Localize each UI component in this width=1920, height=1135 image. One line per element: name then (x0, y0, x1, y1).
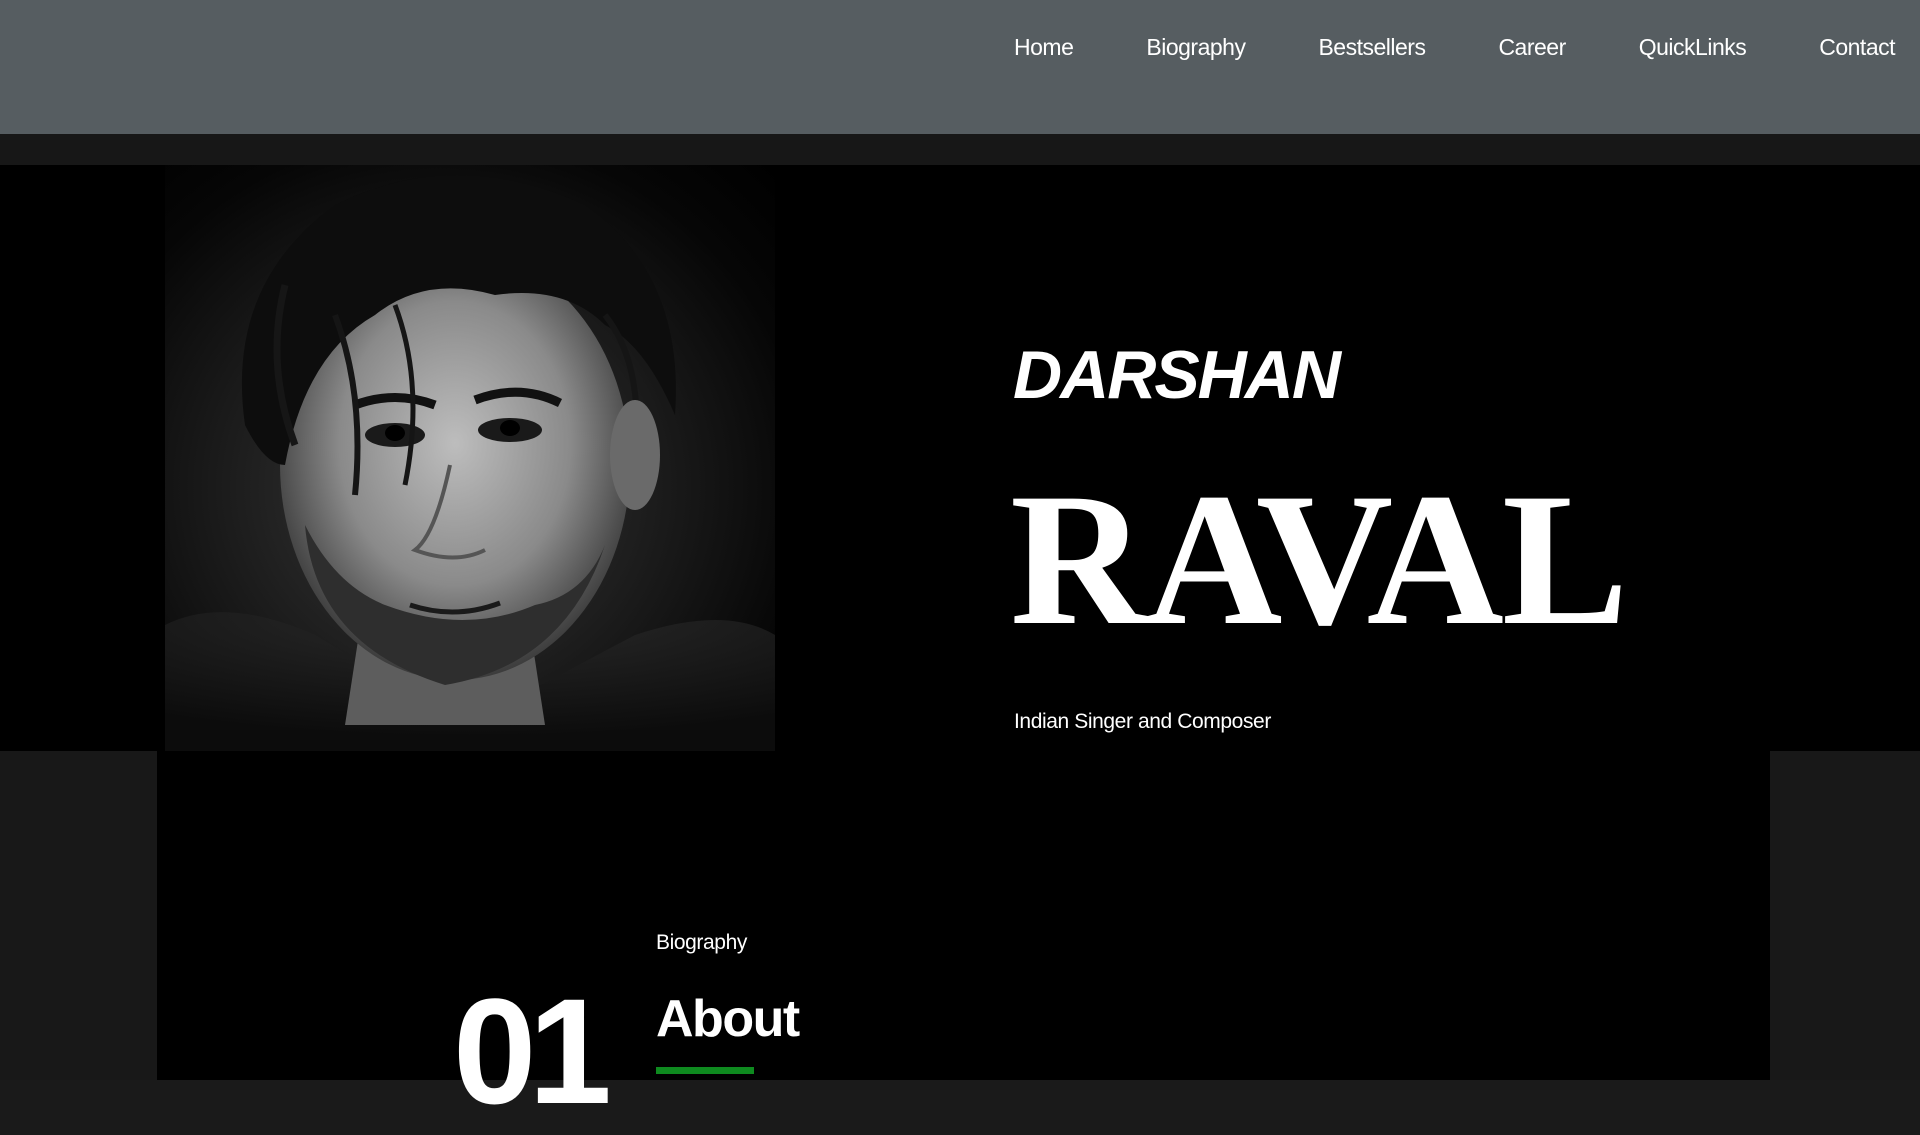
hero-subtitle: Indian Singer and Composer (1014, 710, 1271, 733)
section-eyebrow: Biography (656, 931, 747, 954)
about-panel: 01 Biography About (157, 751, 1770, 1126)
title-underline (656, 1067, 754, 1074)
nav-biography-link[interactable]: Biography (1146, 34, 1246, 61)
hero-first-name: DARSHAN (1013, 337, 1341, 413)
nav-quicklinks-link[interactable]: QuickLinks (1639, 34, 1747, 61)
portrait-illustration (165, 175, 775, 751)
section-number: 01 (453, 967, 612, 1135)
top-navbar: Home Biography Bestsellers Career QuickL… (0, 0, 1920, 134)
header-divider-strip (0, 134, 1920, 165)
nav-bestsellers-link[interactable]: Bestsellers (1318, 34, 1425, 61)
portrait-photo (165, 165, 775, 751)
hero-last-name: RAVAL (1010, 455, 1629, 665)
main-nav: Home Biography Bestsellers Career QuickL… (1014, 34, 1895, 61)
hero-section: DARSHAN RAVAL Indian Singer and Composer (0, 165, 1920, 751)
nav-home-link[interactable]: Home (1014, 34, 1074, 61)
nav-contact-link[interactable]: Contact (1819, 34, 1895, 61)
about-section: 01 Biography About (0, 751, 1920, 1126)
section-title: About (656, 990, 800, 1048)
nav-career-link[interactable]: Career (1498, 34, 1566, 61)
